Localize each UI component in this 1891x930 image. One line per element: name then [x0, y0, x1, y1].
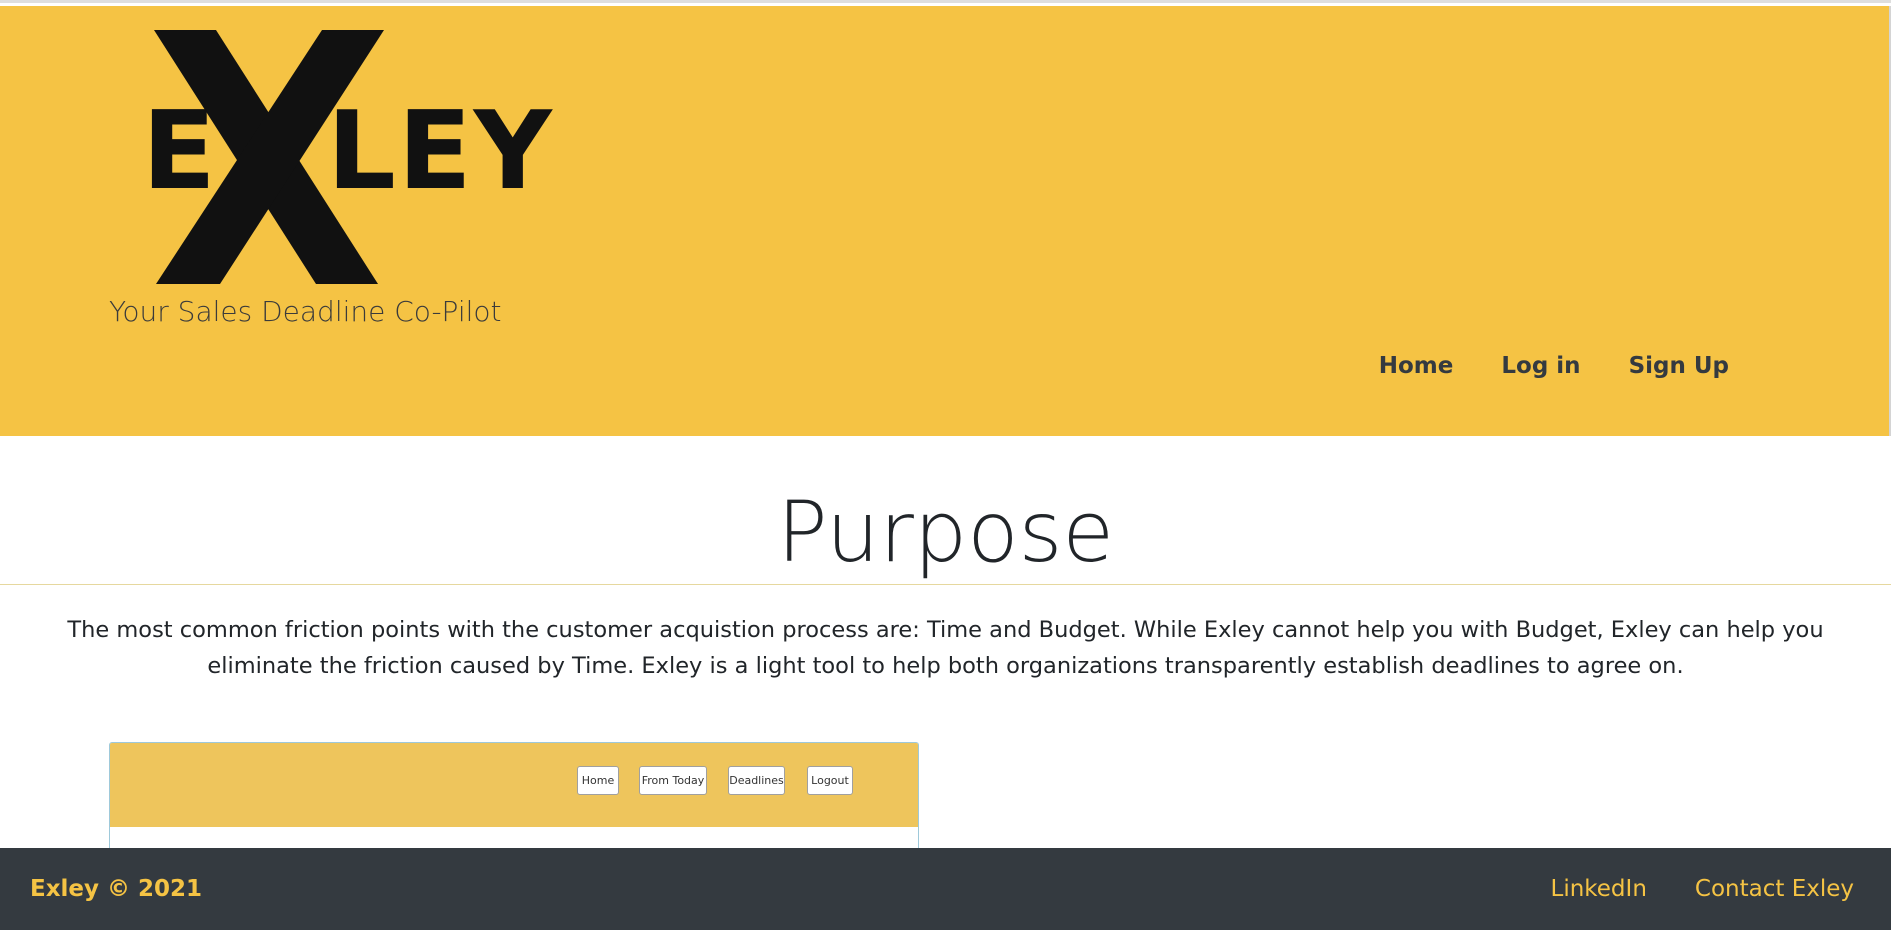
footer-links: LinkedIn Contact Exley [1551, 876, 1855, 902]
linkedin-link[interactable]: LinkedIn [1551, 876, 1647, 902]
nav-signup-link[interactable]: Sign Up [1629, 353, 1729, 379]
contact-exley-link[interactable]: Contact Exley [1695, 876, 1854, 902]
preview-home-button: Home [577, 766, 619, 795]
title-divider [0, 584, 1891, 585]
logo-letter-e: E [142, 89, 218, 214]
site-header: E LEY Your Sales Deadline Co-Pilot Home … [0, 6, 1891, 436]
preview-deadlines-button: Deadlines [728, 766, 785, 795]
nav-login-link[interactable]: Log in [1501, 353, 1580, 379]
preview-from-today-button: From Today [639, 766, 707, 795]
app-preview-image: Home From Today Deadlines Logout [109, 742, 919, 852]
main-nav: Home Log in Sign Up [1379, 353, 1729, 379]
site-footer: Exley © 2021 LinkedIn Contact Exley [0, 848, 1891, 930]
preview-logout-button: Logout [807, 766, 853, 795]
logo-letters-ley: LEY [327, 89, 554, 214]
tagline: Your Sales Deadline Co-Pilot [109, 295, 502, 328]
nav-home-link[interactable]: Home [1379, 353, 1454, 379]
page: E LEY Your Sales Deadline Co-Pilot Home … [0, 0, 1891, 930]
copyright-text: Exley © 2021 [30, 876, 203, 902]
purpose-paragraph: The most common friction points with the… [67, 617, 1824, 679]
exley-logo[interactable]: E LEY [140, 26, 552, 286]
page-title: Purpose [776, 483, 1115, 581]
preview-header-bar: Home From Today Deadlines Logout [110, 743, 918, 827]
